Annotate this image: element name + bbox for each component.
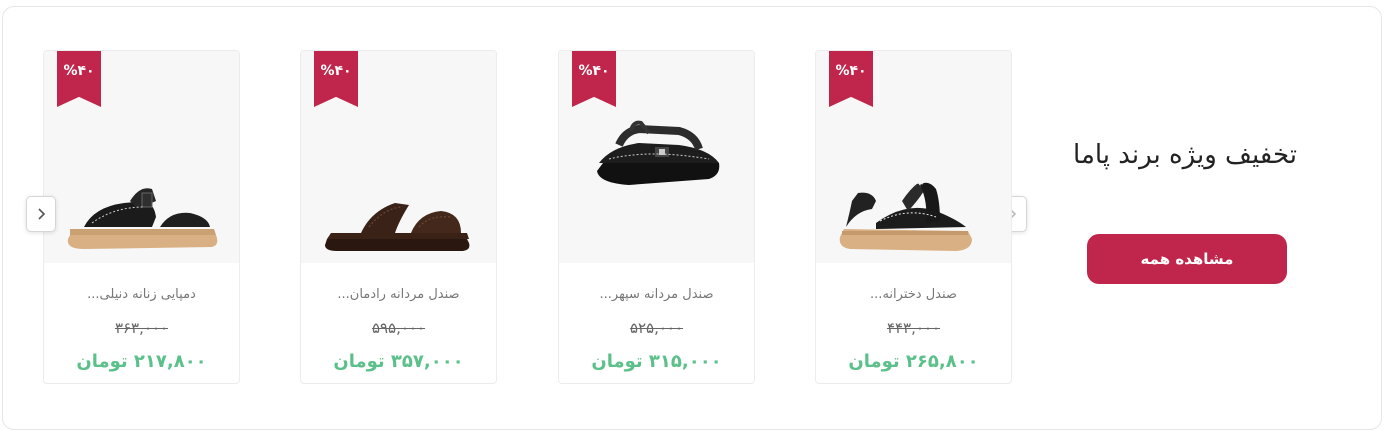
product-new-price: ۳۱۵,۰۰۰ تومان bbox=[591, 351, 722, 372]
product-image[interactable]: %۴۰ bbox=[559, 51, 754, 263]
promo-title: تخفیف ویژه برند پاما bbox=[1073, 140, 1297, 170]
product-new-price: ۲۶۵,۸۰۰ تومان bbox=[848, 351, 979, 372]
product-new-price: ۲۱۷,۸۰۰ تومان bbox=[76, 351, 207, 372]
product-image[interactable]: %۴۰ bbox=[301, 51, 496, 263]
product-card[interactable]: %۴۰ دمپایی زنانه دنیلی... ۳۶۳,۰۰۰ ۲۱۷,۸۰… bbox=[43, 50, 240, 384]
carousel-next-button[interactable] bbox=[26, 196, 56, 232]
product-name[interactable]: صندل دخترانه... bbox=[816, 287, 1011, 302]
product-card[interactable]: %۴۰ صندل مردانه رادمان... ۵۹۵,۰۰۰ ۳۵۷,۰۰… bbox=[300, 50, 497, 384]
product-old-price: ۵۹۵,۰۰۰ bbox=[371, 319, 426, 337]
product-name[interactable]: صندل مردانه رادمان... bbox=[301, 287, 496, 302]
product-old-price: ۴۴۳,۰۰۰ bbox=[886, 319, 941, 337]
product-name[interactable]: صندل مردانه سپهر... bbox=[559, 287, 754, 302]
product-old-price: ۳۶۳,۰۰۰ bbox=[114, 319, 169, 337]
promo-block: تخفیف ویژه برند پاما bbox=[1060, 140, 1310, 170]
view-all-button[interactable]: مشاهده همه bbox=[1087, 234, 1287, 284]
product-card[interactable]: %۴۰ صندل مردانه سپهر... ۵۲۵,۰۰۰ ۳۱۵,۰۰۰ … bbox=[558, 50, 755, 384]
product-card[interactable]: %۴۰ صندل دخترانه... ۴۴۳,۰۰۰ ۲۶۵,۸۰۰ توما… bbox=[815, 50, 1012, 384]
product-name[interactable]: دمپایی زنانه دنیلی... bbox=[44, 287, 239, 302]
product-old-price: ۵۲۵,۰۰۰ bbox=[629, 319, 684, 337]
product-image[interactable]: %۴۰ bbox=[816, 51, 1011, 263]
product-new-price: ۳۵۷,۰۰۰ تومان bbox=[333, 351, 464, 372]
chevron-left-icon bbox=[38, 208, 46, 220]
product-image[interactable]: %۴۰ bbox=[44, 51, 239, 263]
